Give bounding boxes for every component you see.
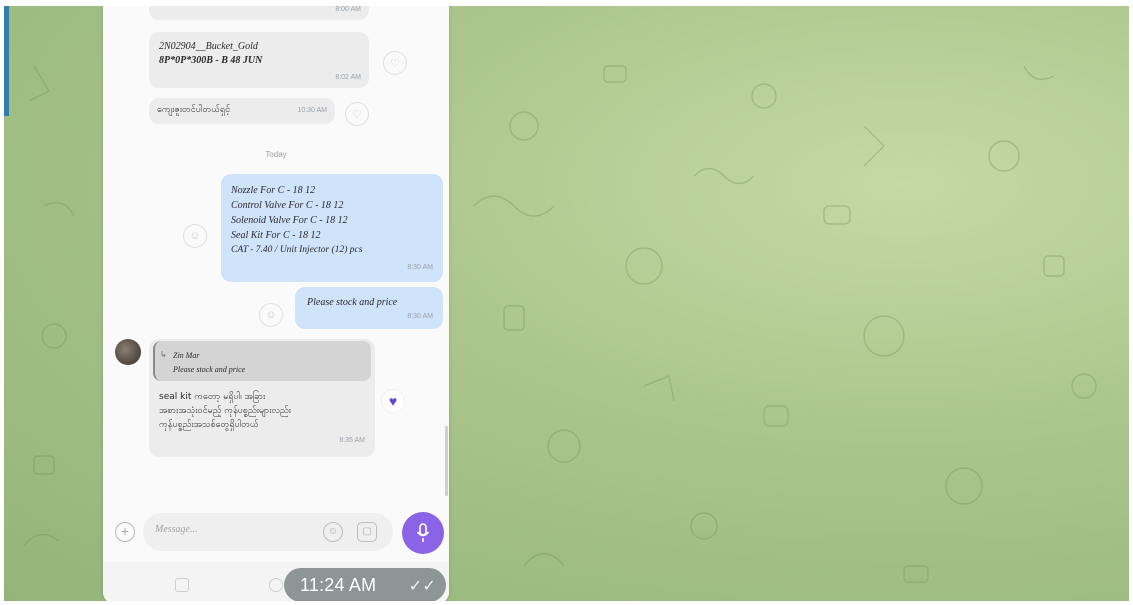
message-text: Please stock and price <box>307 297 398 308</box>
message-input-wrapper[interactable]: ☺ ▢ <box>143 513 393 551</box>
square-icon[interactable] <box>175 578 189 592</box>
sticker-icon[interactable]: ▢ <box>357 522 377 542</box>
heart-reaction-icon[interactable]: ♥ <box>382 390 404 412</box>
reply-icon: ↳ <box>160 350 167 359</box>
message-text: Solenoid Valve For C - 18 12 <box>231 215 348 226</box>
microphone-button[interactable] <box>402 512 444 554</box>
circle-icon[interactable] <box>269 578 283 592</box>
date-separator: Today <box>265 150 287 159</box>
attach-plus-icon[interactable]: + <box>115 522 135 542</box>
avatar[interactable] <box>115 339 141 365</box>
message-text: ကျေးဇူးတင်ပါတယ်ရှင့် <box>157 105 231 115</box>
timestamp-overlay: 11:24 AM ✓✓ <box>284 568 446 601</box>
message-bubble: 8:00 AM <box>149 6 369 20</box>
reply-text: Please stock and price <box>173 365 246 374</box>
message-text: Nozzle For C - 18 12 <box>231 185 316 196</box>
chat-window: 8:00 AM 2N02904__Bucket_Gold 8P*0P*300B … <box>4 6 1129 601</box>
message-composer: + ☺ ▢ <box>103 504 449 560</box>
reaction-button[interactable]: ☺ <box>183 224 207 248</box>
message-bubble[interactable]: Please stock and price 8:30 AM <box>295 287 443 329</box>
double-check-icon: ✓✓ <box>408 578 436 595</box>
message-text: ကုန်ပစ္စည်းအသစ်တွေရှိပါတယ် <box>159 420 259 430</box>
scrollbar[interactable] <box>445 426 448 496</box>
message-bubble[interactable]: Nozzle For C - 18 12 Control Valve For C… <box>221 174 443 282</box>
reply-quote[interactable]: Zin Mar Please stock and price ↳ <box>153 341 371 381</box>
message-input[interactable] <box>153 523 307 536</box>
message-text: CAT - 7.40 / Unit Injector (12) pcs <box>231 245 363 255</box>
microphone-icon <box>416 523 430 542</box>
message-text: 2N02904__Bucket_Gold <box>159 41 258 52</box>
message-bubble[interactable]: Zin Mar Please stock and price ↳ seal ki… <box>149 339 375 457</box>
message-time: 8:30 AM <box>407 313 433 320</box>
message-time: 8:35 AM <box>339 437 365 444</box>
reaction-button[interactable]: ☺ <box>259 303 283 327</box>
reaction-button[interactable]: ♡ <box>383 51 407 75</box>
message-list[interactable]: 8:00 AM 2N02904__Bucket_Gold 8P*0P*300B … <box>103 6 449 601</box>
message-time: 8:30 AM <box>407 264 433 271</box>
message-bubble[interactable]: 2N02904__Bucket_Gold 8P*0P*300B - B 48 J… <box>149 32 369 88</box>
message-time: 8:00 AM <box>335 6 361 13</box>
window-edge <box>4 6 9 116</box>
message-text: seal kit ကတော့ မရှိပါ၊ အခြား <box>159 392 266 402</box>
message-bubble[interactable]: ကျေးဇူးတင်ပါတယ်ရှင့် 10:30 AM <box>149 98 335 124</box>
reaction-button[interactable]: ♡ <box>345 102 369 126</box>
reply-name: Zin Mar <box>173 351 200 360</box>
message-text: Seal Kit For C - 18 12 <box>231 230 321 241</box>
overlay-time: 11:24 AM <box>300 574 377 595</box>
emoji-icon[interactable]: ☺ <box>323 522 343 542</box>
message-time: 8:02 AM <box>335 74 361 81</box>
message-text: Control Valve For C - 18 12 <box>231 200 344 211</box>
message-text: 8P*0P*300B - B 48 JUN <box>159 55 263 66</box>
message-text: အစားအသုံးဝင်မည့် ကုန်ပစ္စည်းများလည်း <box>159 406 291 416</box>
message-time: 10:30 AM <box>297 107 327 114</box>
